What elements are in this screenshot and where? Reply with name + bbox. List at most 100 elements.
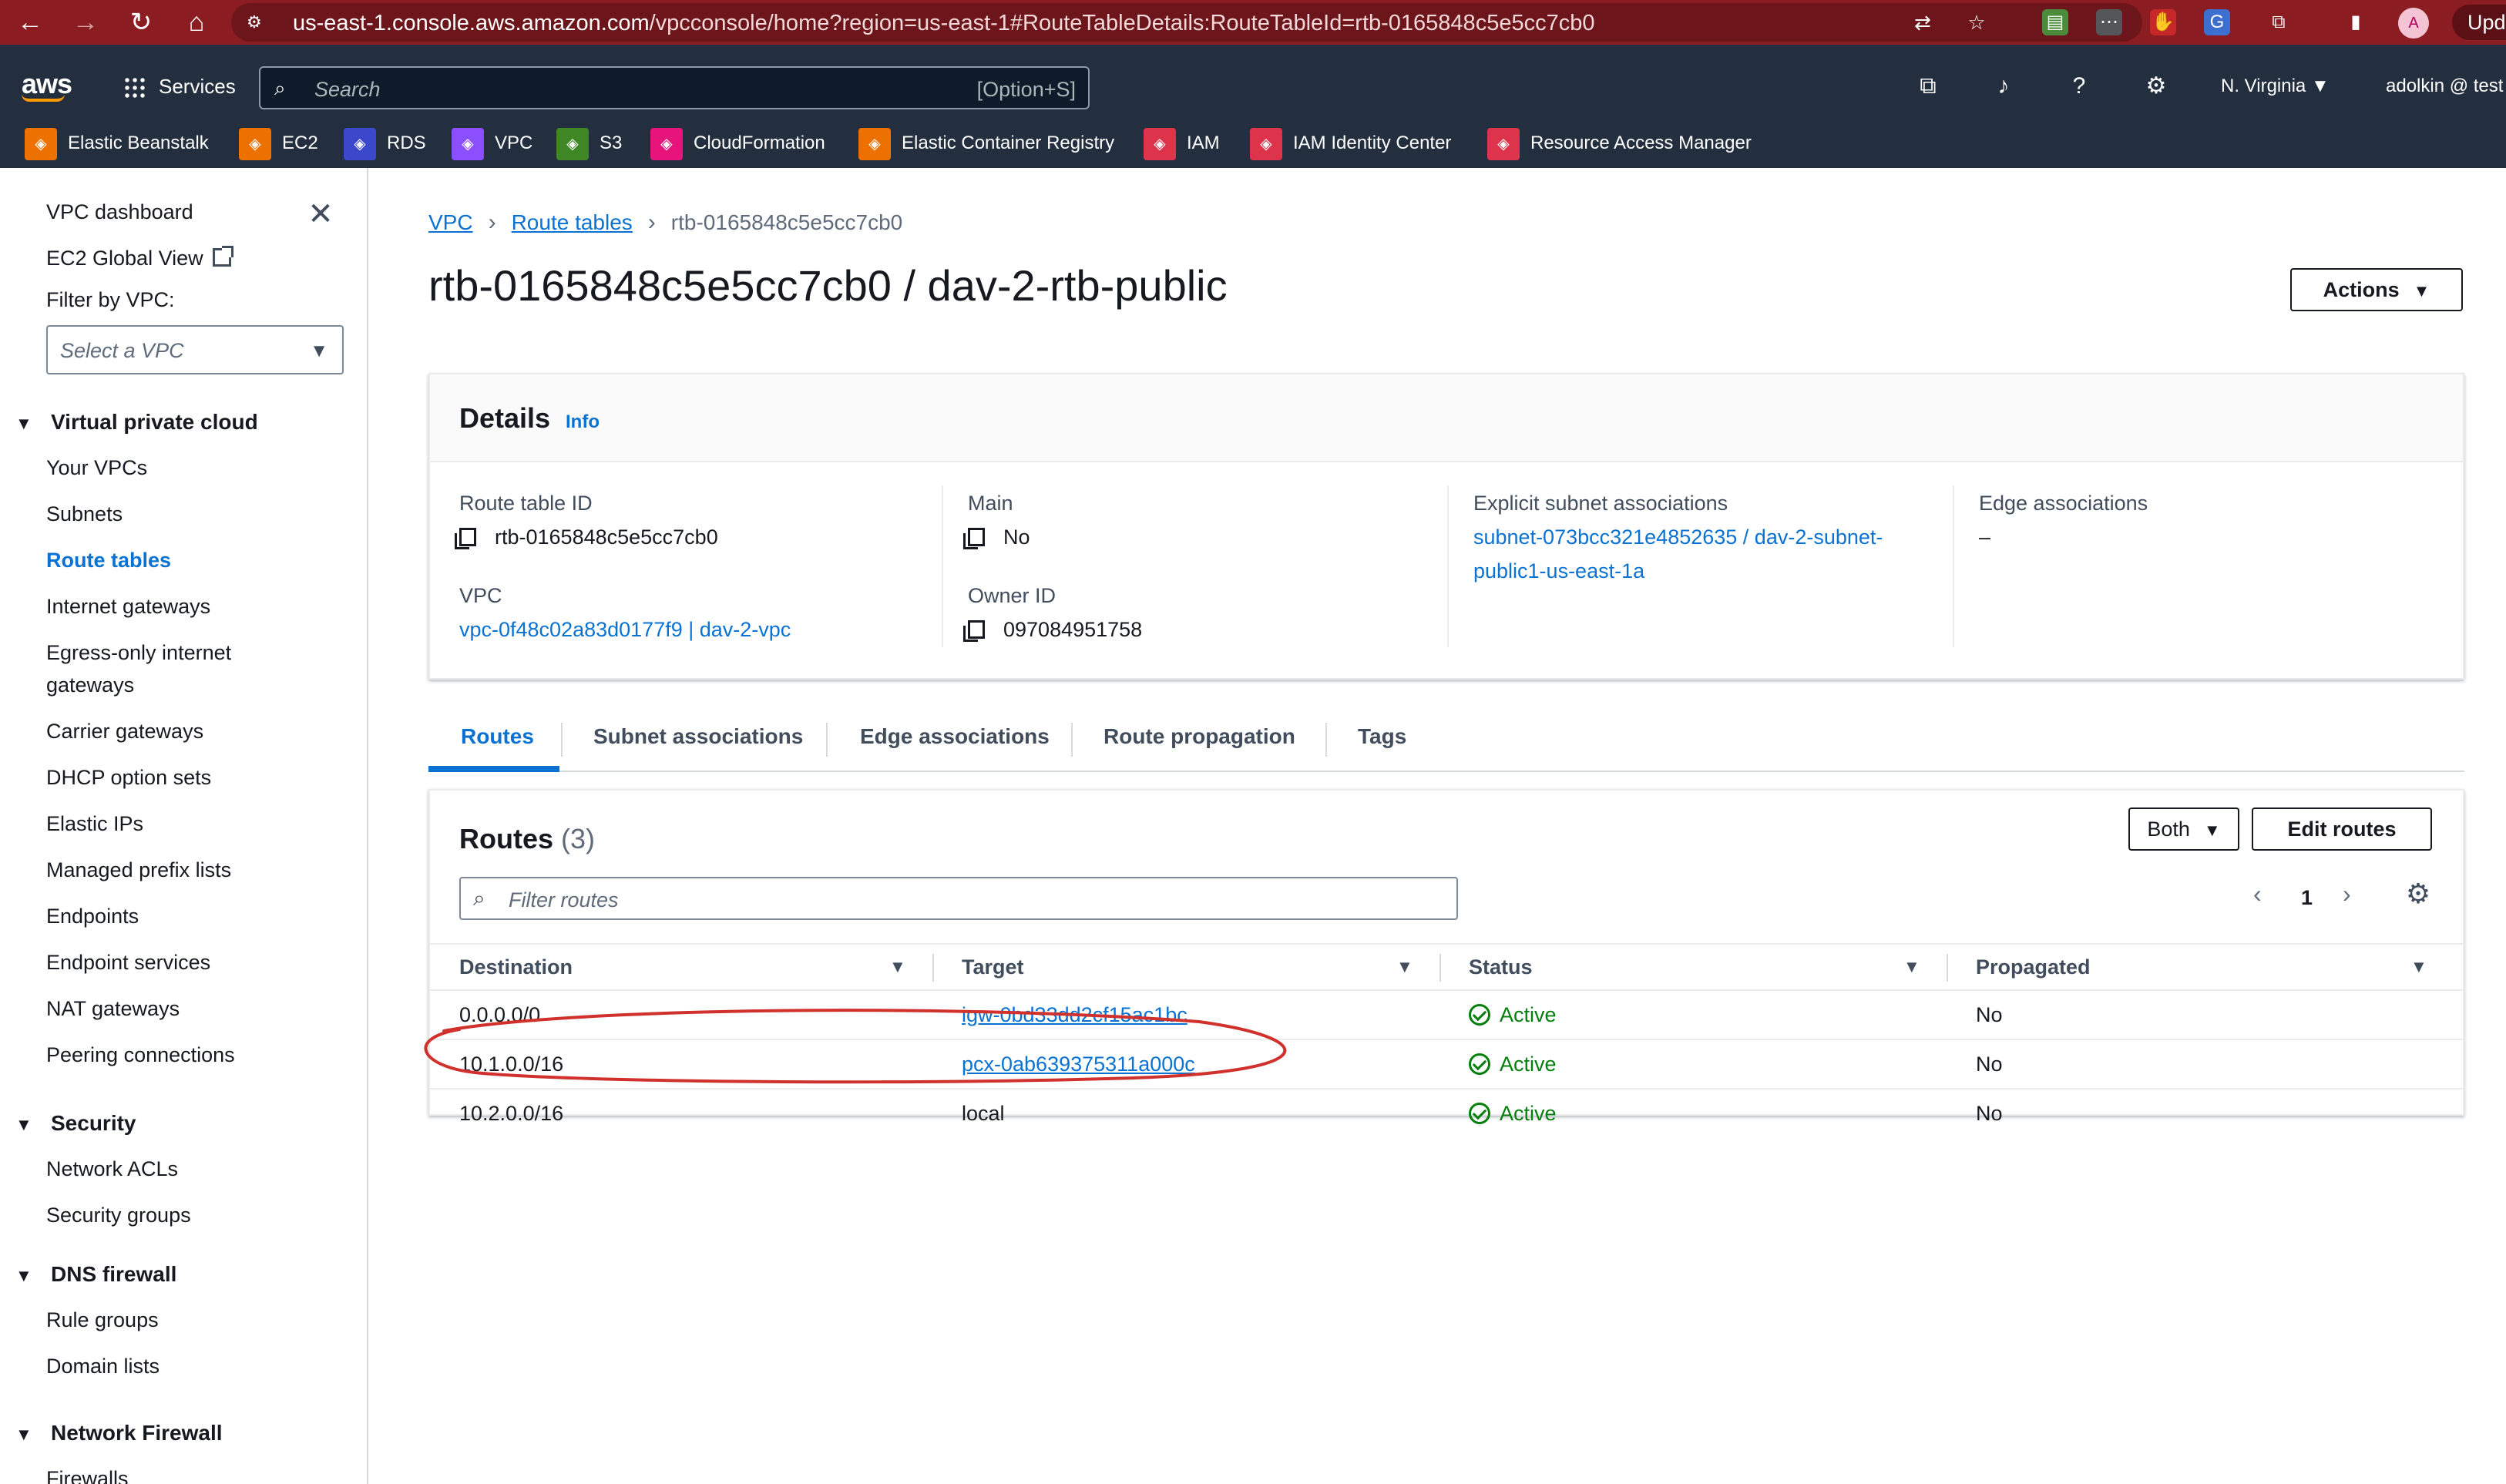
sidebar-item-egress-only-internet[interactable]: Egress-only internet <box>46 641 231 665</box>
favorite-cloudformation[interactable]: ◈ CloudFormation <box>650 126 825 160</box>
sidebar-item-endpoints[interactable]: Endpoints <box>46 905 139 928</box>
sidebar-item-firewalls[interactable]: Firewalls <box>46 1467 129 1484</box>
explicit-subnet-label: Explicit subnet associations <box>1473 492 1728 515</box>
tab-edge-associations[interactable]: Edge associations <box>860 724 1050 749</box>
favorite-resource-access-manager[interactable]: ◈ Resource Access Manager <box>1487 126 1752 160</box>
column-header-propagated[interactable]: Propagated <box>1976 955 2091 979</box>
home-icon[interactable]: ⌂ <box>179 5 214 40</box>
sidebar-section-dns-firewall[interactable]: ▼ DNS firewall <box>15 1262 176 1287</box>
copy-icon[interactable] <box>963 528 985 549</box>
reload-icon[interactable]: ↻ <box>123 5 159 40</box>
copy-icon[interactable] <box>963 620 985 642</box>
sidebar-item-peering-connections[interactable]: Peering connections <box>46 1043 235 1067</box>
favorite-vpc[interactable]: ◈ VPC <box>452 126 532 160</box>
search-input[interactable]: ⌕ Search [Option+S] <box>259 66 1090 109</box>
help-icon[interactable]: ? <box>2062 69 2096 103</box>
sidebar-item-dhcp-option-sets[interactable]: DHCP option sets <box>46 766 211 790</box>
favorite-rds[interactable]: ◈ RDS <box>344 126 426 160</box>
favorite-s3[interactable]: ◈ S3 <box>556 126 622 160</box>
sidebar-item-rule-groups[interactable]: Rule groups <box>46 1308 159 1332</box>
column-header-status[interactable]: Status <box>1469 955 1533 979</box>
bookmark-star-icon[interactable]: ☆ <box>1965 11 1988 34</box>
account-menu[interactable]: adolkin @ test <box>2386 76 2503 97</box>
page-number[interactable]: 1 <box>2301 886 2313 910</box>
actions-button[interactable]: Actions ▼ <box>2290 268 2463 311</box>
edge-associations-label: Edge associations <box>1979 492 2148 515</box>
column-header-destination[interactable]: Destination <box>459 955 573 979</box>
copy-icon[interactable] <box>455 528 476 549</box>
subnet-link[interactable]: subnet-073bcc321e4852635 / dav-2-subnet- <box>1473 525 1883 549</box>
sidebar-item-domain-lists[interactable]: Domain lists <box>46 1355 160 1378</box>
services-menu-button[interactable]: Services <box>123 71 236 102</box>
sidebar-item-nat-gateways[interactable]: NAT gateways <box>46 997 180 1021</box>
favorite-elastic-beanstalk[interactable]: ◈ Elastic Beanstalk <box>25 126 209 160</box>
tab-route-propagation[interactable]: Route propagation <box>1104 724 1295 749</box>
next-page-icon[interactable]: › <box>2343 880 2351 908</box>
address-bar[interactable]: ⚙ us-east-1.console.aws.amazon.com/vpcco… <box>231 3 2142 42</box>
breadcrumb-route-tables[interactable]: Route tables <box>512 210 633 234</box>
site-info-icon[interactable]: ⚙ <box>247 12 267 32</box>
extension-icon[interactable]: ⋯ <box>2096 9 2122 35</box>
tab-routes[interactable]: Routes <box>461 724 534 749</box>
notifications-bell-icon[interactable]: ♪ <box>1987 69 2021 103</box>
update-button[interactable]: Upd <box>2452 5 2506 40</box>
caret-down-icon: ▼ <box>2413 281 2430 300</box>
profile-avatar[interactable]: A <box>2398 8 2429 39</box>
sidebar-item-internet-gateways[interactable]: Internet gateways <box>46 595 210 619</box>
subnet-link-continued[interactable]: public1-us-east-1a <box>1473 559 1644 583</box>
close-icon[interactable]: ✕ <box>305 199 336 230</box>
status-check-icon <box>1469 1053 1490 1075</box>
preferences-gear-icon[interactable]: ⚙ <box>2403 878 2434 909</box>
forward-icon[interactable]: → <box>68 5 103 40</box>
sidebar-section-virtual-private-cloud[interactable]: ▼ Virtual private cloud <box>15 410 258 435</box>
both-select[interactable]: Both ▼ <box>2128 807 2239 851</box>
info-link[interactable]: Info <box>566 411 600 433</box>
sort-caret-icon[interactable]: ▼ <box>1396 957 1413 977</box>
extension-icon[interactable]: ✋ <box>2150 9 2176 35</box>
vpc-link[interactable]: vpc-0f48c02a83d0177f9 | dav-2-vpc <box>459 618 791 642</box>
sidebar-item-endpoint-services[interactable]: Endpoint services <box>46 951 210 975</box>
edit-routes-button[interactable]: Edit routes <box>2252 807 2432 851</box>
favorite-iam-identity-center[interactable]: ◈ IAM Identity Center <box>1250 126 1451 160</box>
favorite-ec2[interactable]: ◈ EC2 <box>239 126 318 160</box>
vpc-filter-select[interactable]: Select a VPC ▼ <box>46 325 344 374</box>
favorite-elastic-container-registry[interactable]: ◈ Elastic Container Registry <box>858 126 1114 160</box>
column-resizer[interactable] <box>1439 954 1441 982</box>
tab-tags[interactable]: Tags <box>1358 724 1406 749</box>
breadcrumb-vpc[interactable]: VPC <box>428 210 473 234</box>
side-panel-icon[interactable]: ▮ <box>2343 9 2369 35</box>
search-icon: ⌕ <box>274 76 286 99</box>
sidebar-item-vpc-dashboard[interactable]: VPC dashboard <box>46 200 193 224</box>
sidebar-item-subnets[interactable]: Subnets <box>46 502 123 526</box>
sidebar-item-your-vpcs[interactable]: Your VPCs <box>46 456 147 480</box>
sidebar-section-security[interactable]: ▼ Security <box>15 1111 136 1136</box>
sidebar-item-route-tables[interactable]: Route tables <box>46 549 171 572</box>
previous-page-icon[interactable]: ‹ <box>2253 880 2262 908</box>
favorite-iam[interactable]: ◈ IAM <box>1144 126 1220 160</box>
cloudshell-icon[interactable]: ⧉ <box>1911 69 1945 103</box>
sort-caret-icon[interactable]: ▼ <box>1903 957 1920 977</box>
column-resizer[interactable] <box>1947 954 1948 982</box>
sidebar-item-gateways[interactable]: gateways <box>46 673 134 697</box>
extension-icon[interactable]: G <box>2204 9 2230 35</box>
sidebar-item-carrier-gateways[interactable]: Carrier gateways <box>46 720 203 744</box>
sidebar-section-network-firewall[interactable]: ▼ Network Firewall <box>15 1421 223 1445</box>
aws-logo[interactable]: aws <box>22 68 72 102</box>
sidebar-item-security-groups[interactable]: Security groups <box>46 1204 191 1227</box>
column-header-target[interactable]: Target <box>962 955 1024 979</box>
region-selector[interactable]: N. Virginia ▼ <box>2221 76 2330 97</box>
filter-routes-input[interactable]: ⌕ Filter routes <box>459 877 1458 920</box>
sidebar-item-network-acls[interactable]: Network ACLs <box>46 1157 178 1181</box>
sort-caret-icon[interactable]: ▼ <box>889 957 906 977</box>
sort-caret-icon[interactable]: ▼ <box>2410 957 2427 977</box>
settings-gear-icon[interactable]: ⚙ <box>2139 69 2173 103</box>
translate-icon[interactable]: ⇄ <box>1911 11 1934 34</box>
extensions-puzzle-icon[interactable]: ⧉ <box>2266 9 2292 35</box>
back-icon[interactable]: ← <box>12 5 48 40</box>
tab-subnet-associations[interactable]: Subnet associations <box>593 724 803 749</box>
sidebar-item-ec2-global-view[interactable]: EC2 Global View <box>46 246 233 270</box>
sidebar-item-managed-prefix-lists[interactable]: Managed prefix lists <box>46 858 231 882</box>
column-resizer[interactable] <box>932 954 934 982</box>
extension-icon[interactable]: ▤ <box>2042 9 2068 35</box>
sidebar-item-elastic-ips[interactable]: Elastic IPs <box>46 812 143 836</box>
